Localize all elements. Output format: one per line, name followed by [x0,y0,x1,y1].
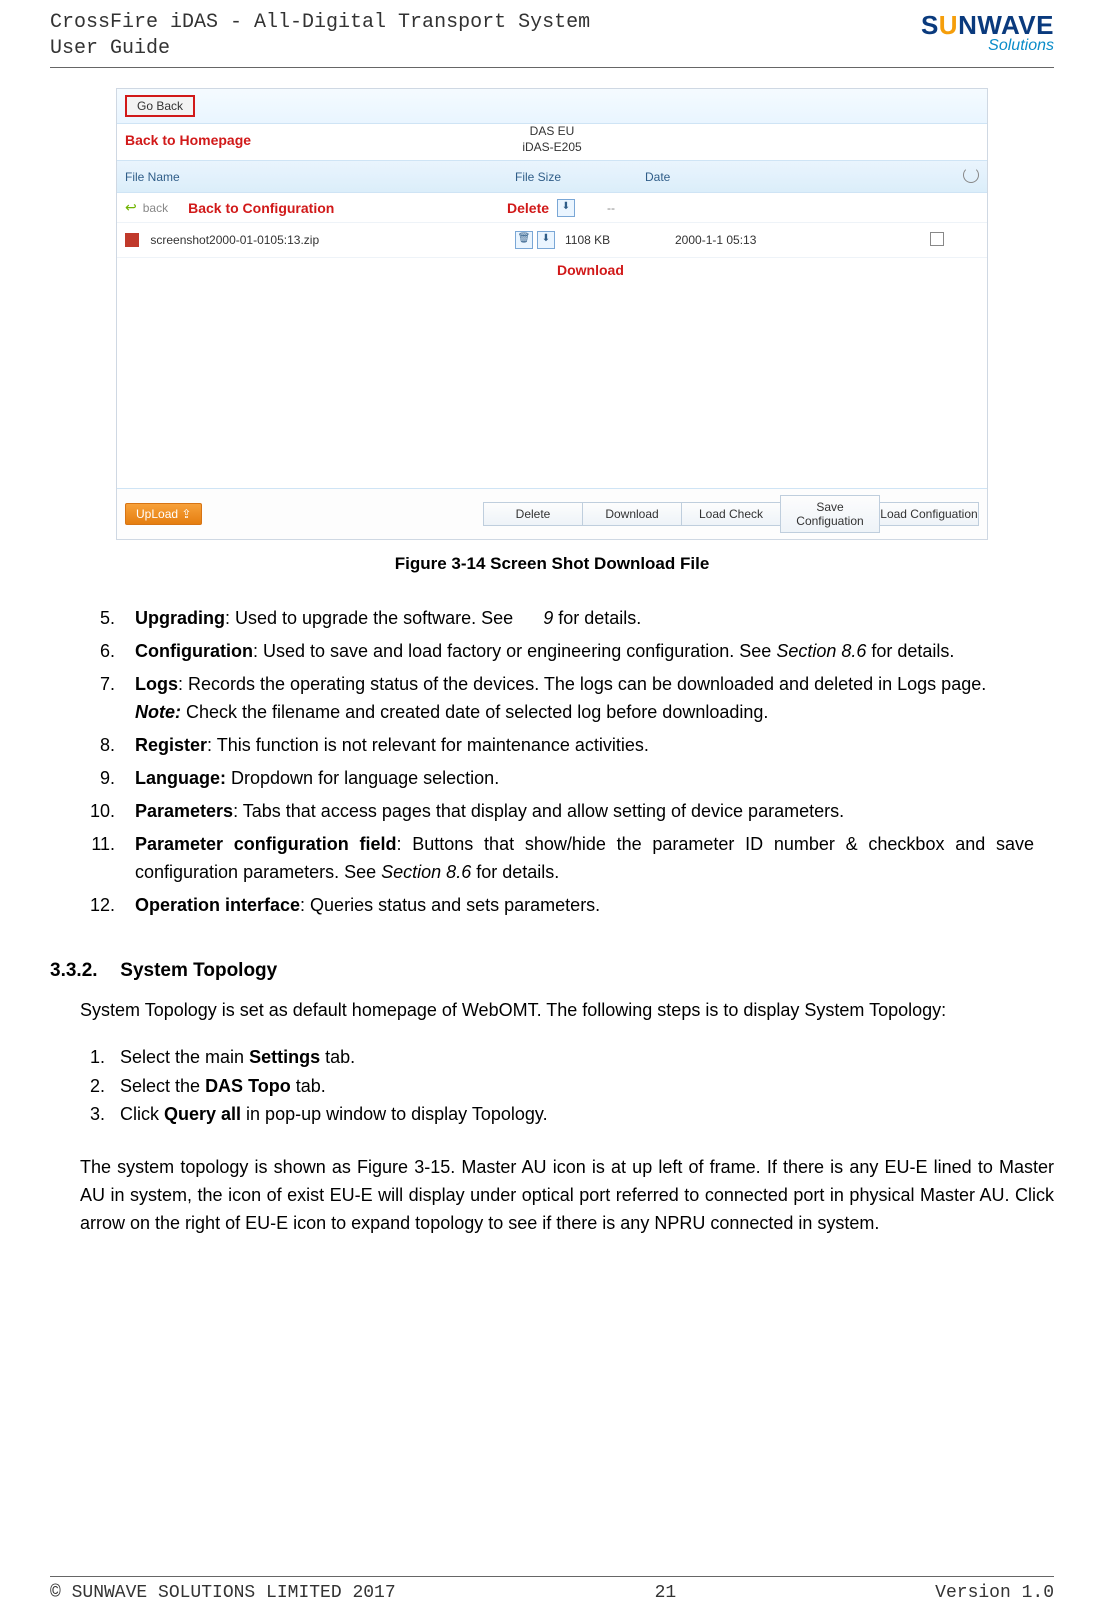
feature-item-6: Configuration: Used to save and load fac… [120,637,1034,666]
feature-item-10: Parameters: Tabs that access pages that … [120,797,1034,826]
file-name-cell: screenshot2000-01-0105:13.zip [125,233,515,248]
back-link[interactable]: back [143,201,168,215]
header-title: CrossFire iDAS - All-Digital Transport S… [50,10,590,62]
back-config-annotation: Back to Configuration [188,200,334,216]
section-intro: System Topology is set as default homepa… [80,997,1054,1025]
refresh-icon[interactable] [963,167,979,183]
col-filesize: File Size [515,170,645,184]
screenshot-figure: Go Back Back to Homepage DAS EU iDAS-E20… [116,88,988,540]
step-2: Select the DAS Topo tab. [110,1072,1054,1101]
back-homepage-annotation: Back to Homepage [125,132,251,148]
device-title: DAS EU iDAS-E205 [522,124,581,155]
delete-annotation: Delete [507,200,549,216]
doc-title-line2: User Guide [50,36,590,62]
footer-delete-button[interactable]: Delete [483,502,583,526]
download-mini-icon[interactable]: ⬇ [557,199,575,217]
file-download-icon[interactable]: ⬇ [537,231,555,249]
footer-savecfg-button[interactable]: Save Configuation [780,495,880,533]
file-date: 2000-1-1 05:13 [675,233,895,247]
feature-list: Upgrading: Used to upgrade the software.… [80,604,1034,920]
footer-download-button[interactable]: Download [582,502,682,526]
device-title-line1: DAS EU [522,124,581,140]
section-title: System Topology [120,960,277,981]
file-delete-icon[interactable]: 🗑 [515,231,533,249]
feature-item-12: Operation interface: Queries status and … [120,891,1034,920]
page-header: CrossFire iDAS - All-Digital Transport S… [50,10,1054,68]
feature-item-5: Upgrading: Used to upgrade the software.… [120,604,1034,633]
sun-icon: U [939,10,958,40]
upload-button[interactable]: UpLoad ⇪ [125,503,202,525]
zip-icon [125,233,139,247]
topology-steps: Select the main Settings tab. Select the… [85,1043,1054,1129]
placeholder-dash: -- [607,201,615,215]
file-table-header: File Name File Size Date [117,160,987,193]
footer-copyright: © SUNWAVE SOLUTIONS LIMITED 2017 [50,1583,396,1603]
step-1: Select the main Settings tab. [110,1043,1054,1072]
footer-pagenum: 21 [655,1583,677,1603]
doc-title-line1: CrossFire iDAS - All-Digital Transport S… [50,10,590,36]
page: CrossFire iDAS - All-Digital Transport S… [0,0,1104,1623]
file-checkbox[interactable] [930,232,944,246]
screenshot-footer: UpLoad ⇪ Delete Download Load Check Save… [117,488,987,539]
screenshot-body [117,278,987,488]
feature-item-9: Language: Dropdown for language selectio… [120,764,1034,793]
logo: SUNWAVE Solutions [921,10,1054,55]
file-size: 1108 KB [565,233,675,247]
file-row[interactable]: screenshot2000-01-0105:13.zip 🗑 ⬇ 1108 K… [117,223,987,258]
download-annotation: Download [117,258,987,278]
feature-item-8: Register: This function is not relevant … [120,731,1034,760]
footer-loadcfg-button[interactable]: Load Configuation [879,502,979,526]
feature-item-7: Logs: Records the operating status of th… [120,670,1034,728]
screenshot-title-row: Back to Homepage DAS EU iDAS-E205 [117,124,987,160]
footer-loadcheck-button[interactable]: Load Check [681,502,781,526]
device-title-line2: iDAS-E205 [522,140,581,156]
go-back-button[interactable]: Go Back [125,95,195,117]
feature-item-11: Parameter configuration field: Buttons t… [120,830,1034,888]
screenshot-topbar: Go Back [117,89,987,124]
col-filename: File Name [125,170,515,184]
page-footer: © SUNWAVE SOLUTIONS LIMITED 2017 21 Vers… [50,1576,1054,1603]
file-name: screenshot2000-01-0105:13.zip [150,233,319,247]
section-heading-332: 3.3.2. System Topology [50,960,1054,982]
back-row: ↩ back Back to Configuration Delete ⬇ -- [117,193,987,223]
footer-version: Version 1.0 [935,1583,1054,1603]
figure-caption: Figure 3-14 Screen Shot Download File [50,554,1054,574]
col-date: Date [645,170,845,184]
back-arrow-icon[interactable]: ↩ [125,199,137,216]
section-para2: The system topology is shown as Figure 3… [80,1154,1054,1238]
section-number: 3.3.2. [50,960,115,982]
step-3: Click Query all in pop-up window to disp… [110,1100,1054,1129]
